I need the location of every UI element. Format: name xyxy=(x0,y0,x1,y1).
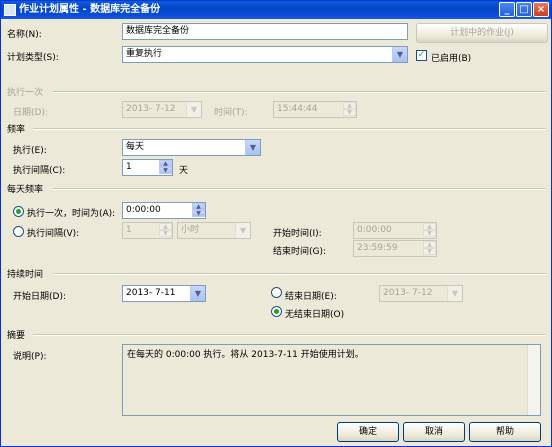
one-time-date-label: 日期(D): xyxy=(13,108,48,118)
spin-down-icon: ▼ xyxy=(343,109,356,116)
one-time-date-value: 2013- 7-12 xyxy=(126,104,176,114)
section-duration: 持续时间 xyxy=(7,270,44,280)
window-title: 作业计划属性 - 数据库完全备份 xyxy=(19,4,161,15)
start-time-input[interactable]: 0:00:00 ▲ ▼ xyxy=(353,222,437,239)
occurs-every-unit-select[interactable]: 小时 ▼ xyxy=(177,222,251,239)
end-date-radio[interactable] xyxy=(271,287,282,298)
spin-down-icon: ▼ xyxy=(423,230,436,237)
no-end-date-label: 无结束日期(O) xyxy=(285,310,345,320)
recurs-every-label: 执行间隔(C): xyxy=(13,166,66,176)
occurs-every-label: 执行间隔(V): xyxy=(27,229,80,239)
section-daily-frequency: 每天频率 xyxy=(7,185,44,195)
chevron-down-icon: ▼ xyxy=(392,47,407,62)
help-button[interactable]: 帮助 xyxy=(469,422,541,442)
chevron-down-icon: ▼ xyxy=(447,286,462,301)
spin-up-icon: ▲ xyxy=(343,102,356,109)
chevron-down-icon: ▼ xyxy=(186,102,201,117)
spin-down-icon: ▼ xyxy=(159,230,172,237)
end-time-label: 结束时间(G): xyxy=(273,247,327,257)
spin-up-icon: ▲ xyxy=(159,160,172,167)
schedule-properties-dialog: 作业计划属性 - 数据库完全备份 _ □ × 名称(N): 数据库完全备份 计划… xyxy=(0,0,552,447)
spin-up-icon: ▲ xyxy=(192,203,205,210)
maximize-button[interactable]: □ xyxy=(516,2,532,17)
interval-spinner[interactable]: ▲ ▼ xyxy=(159,223,172,238)
recurs-every-value: 1 xyxy=(126,162,132,172)
divider xyxy=(53,273,546,275)
divider xyxy=(33,128,546,130)
start-time-label: 开始时间(I): xyxy=(273,229,322,239)
recurs-every-input[interactable]: 1 ▲ ▼ xyxy=(122,159,173,176)
occurs-every-unit-value: 小时 xyxy=(181,225,200,235)
start-date-label: 开始日期(D): xyxy=(13,292,66,302)
one-time-time-value: 15:44:44 xyxy=(277,104,318,114)
no-end-date-radio[interactable] xyxy=(271,306,282,317)
chevron-down-icon: ▼ xyxy=(235,223,250,238)
jobs-in-schedule-button[interactable]: 计划中的作业(J) xyxy=(416,23,548,43)
description-scrollbar[interactable] xyxy=(527,345,540,415)
chevron-down-icon: ▼ xyxy=(190,286,205,301)
time-spinner[interactable]: ▲ ▼ xyxy=(423,241,436,256)
description-text: 在每天的 0:00:00 执行。将从 2013-7-11 开始使用计划。 xyxy=(127,350,364,360)
spin-up-icon: ▲ xyxy=(159,223,172,230)
description-label: 说明(P): xyxy=(13,352,47,362)
one-time-date-picker[interactable]: 2013- 7-12 ▼ xyxy=(122,101,202,118)
start-date-picker[interactable]: 2013- 7-11 ▼ xyxy=(122,285,206,302)
occurs-once-time-value: 0:00:00 xyxy=(126,205,161,215)
occurs-select[interactable]: 每天 ▼ xyxy=(122,139,261,156)
enabled-label: 已启用(B) xyxy=(431,54,472,64)
occurs-once-time-input[interactable]: 0:00:00 ▲ ▼ xyxy=(122,202,206,219)
one-time-time-input[interactable]: 15:44:44 ▲ ▼ xyxy=(273,101,357,118)
divider xyxy=(53,188,546,190)
recurs-unit-label: 天 xyxy=(179,166,189,176)
end-time-input[interactable]: 23:59:59 ▲ ▼ xyxy=(353,240,437,257)
occurs-every-input[interactable]: 1 ▲ ▼ xyxy=(122,222,173,239)
title-bar[interactable]: 作业计划属性 - 数据库完全备份 _ □ × xyxy=(1,1,551,19)
spin-down-icon: ▼ xyxy=(159,167,172,174)
section-summary: 摘要 xyxy=(7,331,26,341)
app-icon xyxy=(4,4,16,16)
end-date-picker[interactable]: 2013- 7-12 ▼ xyxy=(379,285,463,302)
section-frequency: 频率 xyxy=(7,125,26,135)
occurs-every-value: 1 xyxy=(126,225,132,235)
name-input[interactable]: 数据库完全备份 xyxy=(122,23,408,40)
end-date-value: 2013- 7-12 xyxy=(383,288,433,298)
spin-down-icon: ▼ xyxy=(192,210,205,217)
minimize-button[interactable]: _ xyxy=(499,2,515,17)
time-spinner[interactable]: ▲ ▼ xyxy=(423,223,436,238)
close-button[interactable]: × xyxy=(533,2,549,17)
divider xyxy=(33,334,546,336)
time-spinner[interactable]: ▲ ▼ xyxy=(343,102,356,117)
time-spinner[interactable]: ▲ ▼ xyxy=(192,203,205,218)
schedule-type-label: 计划类型(S): xyxy=(7,53,59,63)
schedule-type-value: 重复执行 xyxy=(126,49,163,59)
chevron-down-icon: ▼ xyxy=(245,140,260,155)
occurs-every-radio[interactable] xyxy=(13,226,24,237)
enabled-checkbox[interactable]: ✓ xyxy=(416,50,427,61)
occurs-once-radio[interactable] xyxy=(13,206,24,217)
spin-up-icon: ▲ xyxy=(423,223,436,230)
occurs-label: 执行(E): xyxy=(13,146,47,156)
spin-down-icon: ▼ xyxy=(423,248,436,255)
spin-up-icon: ▲ xyxy=(423,241,436,248)
cancel-button[interactable]: 取消 xyxy=(403,422,465,442)
section-one-time: 执行一次 xyxy=(7,88,44,98)
name-label: 名称(N): xyxy=(7,30,42,40)
end-date-label: 结束日期(E): xyxy=(285,292,337,302)
start-date-value: 2013- 7-11 xyxy=(126,288,176,298)
ok-button[interactable]: 确定 xyxy=(337,422,399,442)
divider xyxy=(53,91,546,93)
recurs-spinner[interactable]: ▲ ▼ xyxy=(159,160,172,175)
schedule-type-select[interactable]: 重复执行 ▼ xyxy=(122,46,408,63)
start-time-value: 0:00:00 xyxy=(357,225,392,235)
occurs-value: 每天 xyxy=(126,142,145,152)
occurs-once-label: 执行一次，时间为(A): xyxy=(27,209,116,219)
description-textarea[interactable]: 在每天的 0:00:00 执行。将从 2013-7-11 开始使用计划。 xyxy=(122,344,541,416)
one-time-time-label: 时间(T): xyxy=(214,108,248,118)
end-time-value: 23:59:59 xyxy=(357,243,398,253)
